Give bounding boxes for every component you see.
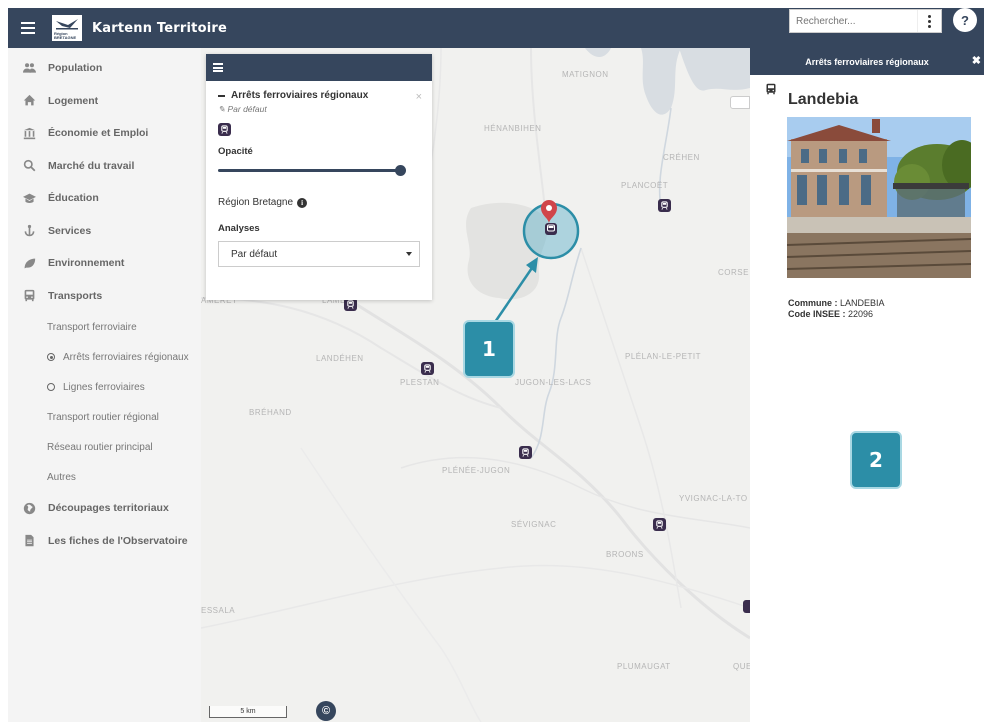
sidebar-item-label: Logement: [48, 94, 99, 107]
insee-row: Code INSEE : 22096: [788, 309, 874, 319]
map-place-label: PLUMAUGAT: [617, 662, 671, 671]
map-place-label: BROONS: [606, 550, 644, 559]
station-photo: [787, 117, 971, 278]
radio-selected-icon[interactable]: [47, 353, 55, 361]
map-place-label: JUGON-LES-LACS: [515, 378, 592, 387]
sidebar-item-label: Services: [48, 224, 92, 237]
callout-badge-1: 1: [463, 320, 515, 378]
bus-icon: [22, 289, 36, 303]
map-place-label: MATIGNON: [562, 70, 609, 79]
sidebar-item-economie[interactable]: Économie et Emploi: [8, 117, 201, 150]
commune-row: Commune : LANDEBIA: [788, 298, 885, 308]
map-place-label: PLÉLAN-LE-PETIT: [625, 352, 701, 361]
layer-style[interactable]: ✎ Par défaut: [218, 104, 420, 115]
map-place-label: PLÉNÉE-JUGON: [442, 466, 511, 475]
station-marker[interactable]: [519, 446, 532, 459]
collapse-icon[interactable]: [218, 94, 225, 97]
sidebar-item-label: Découpages territoriaux: [48, 502, 169, 515]
map-place-label: HÉNANBIHEN: [484, 124, 542, 133]
sidebar-subitem-reseau-routier[interactable]: Réseau routier principal: [8, 432, 201, 462]
station-marker[interactable]: [653, 518, 666, 531]
map-place-label: PLESTAN: [400, 378, 440, 387]
layer-title[interactable]: Arrêts ferroviaires régionaux: [218, 90, 420, 101]
analyses-label: Analyses: [218, 223, 260, 234]
more-options-icon[interactable]: [917, 10, 941, 32]
sidebar-item-label: Transports: [48, 289, 103, 302]
search-box: [789, 9, 942, 33]
opacity-slider-thumb[interactable]: [395, 165, 406, 176]
sidebar: Population Logement Économie et Emploi M…: [8, 48, 201, 722]
info-icon[interactable]: i: [297, 197, 308, 208]
feature-info-panel: Arrêts ferroviaires régionaux ✖ Landebia: [750, 48, 984, 722]
sidebar-subitem-autres[interactable]: Autres: [8, 462, 201, 492]
radio-icon[interactable]: [47, 383, 55, 391]
map-edge-control[interactable]: [730, 96, 750, 109]
map-scale-bar: 5 km: [209, 706, 287, 718]
leaf-icon: [22, 256, 36, 270]
close-icon[interactable]: ✖: [972, 54, 981, 67]
copyright-button[interactable]: ©: [316, 701, 336, 721]
sidebar-item-logement[interactable]: Logement: [8, 85, 201, 118]
station-marker[interactable]: [658, 199, 671, 212]
bank-icon: [22, 126, 36, 140]
caret-down-icon: [406, 252, 412, 256]
sidebar-item-services[interactable]: Services: [8, 215, 201, 248]
map-place-label: CRÉHEN: [663, 153, 700, 162]
feature-panel-header: Arrêts ferroviaires régionaux ✖: [750, 48, 984, 75]
users-icon: [22, 61, 36, 75]
search-input[interactable]: [790, 11, 910, 31]
callout-badge-2: 2: [850, 431, 902, 489]
graduation-cap-icon: [22, 191, 36, 205]
app-title: Kartenn Territoire: [92, 20, 227, 36]
sidebar-item-label: Éducation: [48, 192, 99, 205]
sidebar-item-label: Environnement: [48, 257, 125, 270]
anchor-icon: [22, 224, 36, 238]
sidebar-item-environnement[interactable]: Environnement: [8, 247, 201, 280]
sidebar-item-transports[interactable]: Transports: [8, 280, 201, 313]
map-place-label: BRÉHAND: [249, 408, 292, 417]
globe-icon: [22, 501, 36, 515]
opacity-slider[interactable]: [218, 165, 406, 176]
sidebar-subitem-arrets-ferroviaires[interactable]: Arrêts ferroviaires régionaux: [8, 342, 201, 372]
feature-title: Landebia: [788, 91, 859, 108]
map-place-label: QUE: [733, 662, 750, 671]
map-place-label: SÉVIGNAC: [511, 520, 557, 529]
region-logo: Région BRETAGNE: [52, 15, 82, 41]
map-place-label: PLANCOËT: [621, 181, 669, 190]
list-icon[interactable]: [213, 63, 223, 72]
station-marker[interactable]: [421, 362, 434, 375]
sidebar-item-label: Économie et Emploi: [48, 127, 149, 140]
map-place-label: ESSALA: [201, 606, 236, 615]
sidebar-subitem-transport-routier[interactable]: Transport routier régional: [8, 402, 201, 432]
sidebar-item-population[interactable]: Population: [8, 52, 201, 85]
station-marker[interactable]: [743, 600, 750, 613]
layer-panel: Arrêts ferroviaires régionaux × ✎ Par dé…: [206, 54, 432, 300]
menu-icon[interactable]: [8, 8, 48, 48]
layer-source: Région Bretagne i: [218, 197, 420, 208]
search-icon: [22, 159, 36, 173]
sidebar-subitem-transport-ferroviaire[interactable]: Transport ferroviaire: [8, 312, 201, 342]
map-place-label: CORSE: [718, 268, 749, 277]
feature-attributes: Commune : LANDEBIA Code INSEE : 22096: [788, 298, 885, 320]
home-icon: [22, 94, 36, 108]
bus-icon: [766, 83, 776, 95]
map-place-label: YVIGNAC-LA-TO: [679, 494, 748, 503]
sidebar-item-label: Les fiches de l'Observatoire: [48, 534, 188, 547]
sidebar-item-marche[interactable]: Marché du travail: [8, 150, 201, 183]
sidebar-item-decoupages[interactable]: Découpages territoriaux: [8, 492, 201, 525]
station-legend-icon: [218, 123, 231, 136]
sidebar-item-label: Population: [48, 62, 103, 75]
map-place-label: LANDÉHEN: [316, 354, 364, 363]
file-icon: [22, 534, 36, 548]
sidebar-item-fiches[interactable]: Les fiches de l'Observatoire: [8, 525, 201, 558]
analyses-select[interactable]: Par défaut: [218, 241, 420, 267]
sidebar-subitem-lignes-ferroviaires[interactable]: Lignes ferroviaires: [8, 372, 201, 402]
help-button[interactable]: ?: [953, 8, 977, 32]
opacity-label: Opacité: [218, 146, 253, 157]
sidebar-item-label: Marché du travail: [48, 159, 135, 172]
sidebar-item-education[interactable]: Éducation: [8, 182, 201, 215]
layer-panel-header: [206, 54, 432, 81]
close-icon[interactable]: ×: [416, 91, 422, 103]
